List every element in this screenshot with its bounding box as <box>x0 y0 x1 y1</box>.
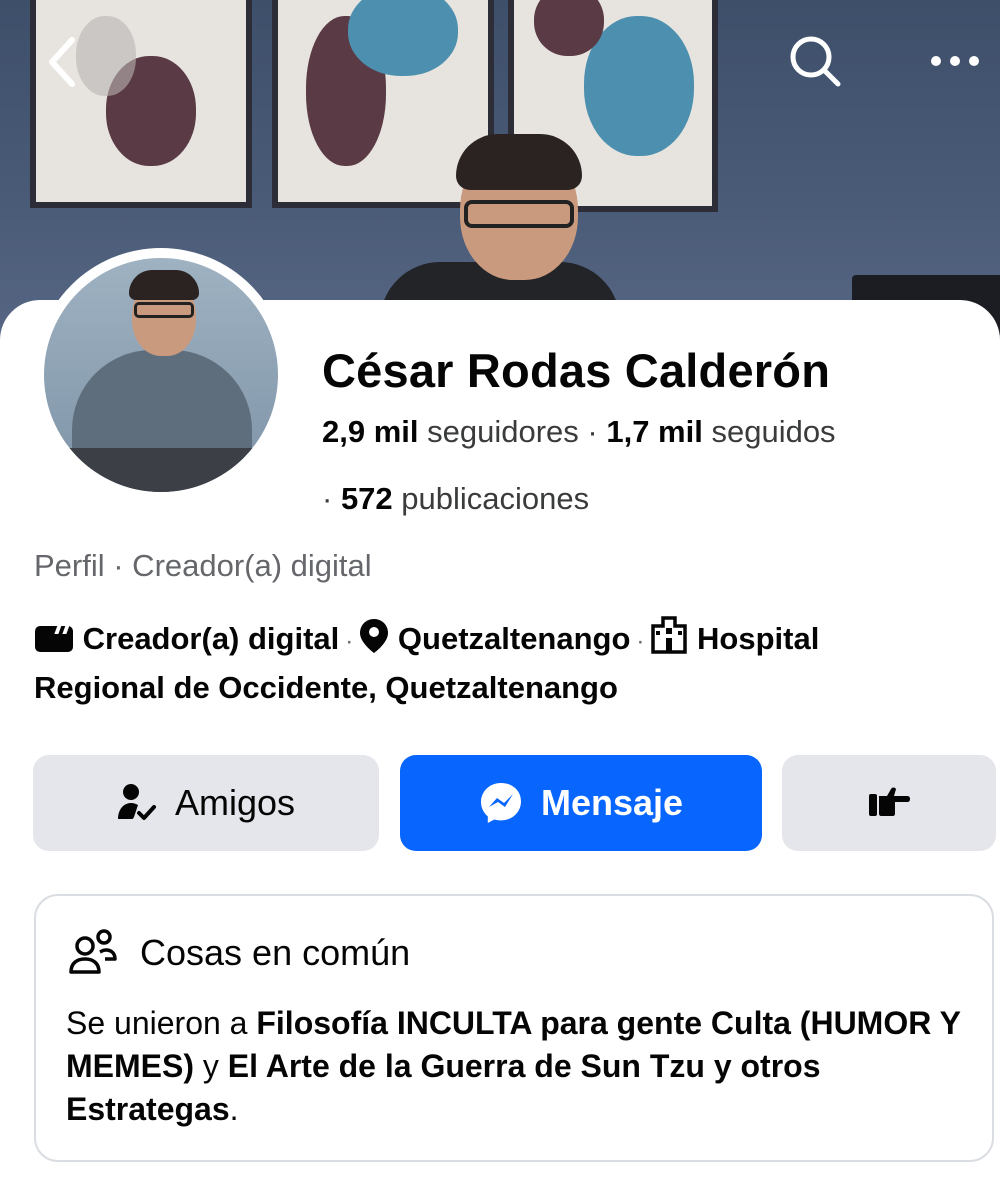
building-icon <box>650 616 688 666</box>
search-button[interactable] <box>786 32 844 90</box>
following-label: seguidos <box>711 414 836 449</box>
message-label: Mensaje <box>540 782 684 823</box>
chevron-left-icon <box>49 37 75 87</box>
things-in-common-header: Cosas en común <box>68 928 410 978</box>
detail-creator: Creador(a) digital <box>82 621 340 656</box>
followers-label: seguidores <box>427 414 579 449</box>
friends-button[interactable]: Amigos <box>33 755 379 851</box>
poke-button[interactable] <box>782 755 996 851</box>
friends-label: Amigos <box>174 782 296 823</box>
pointing-hand-icon <box>867 786 911 820</box>
message-button[interactable]: Mensaje <box>400 755 762 851</box>
location-pin-icon <box>359 618 389 666</box>
profile-category: Perfil · Creador(a) digital <box>34 548 372 583</box>
detail-location[interactable]: Quetzaltenango <box>398 621 631 656</box>
ellipsis-icon <box>931 56 979 66</box>
profile-name: César Rodas Calderón <box>322 344 831 397</box>
avatar[interactable] <box>44 258 278 492</box>
separator-dot: · <box>587 414 607 449</box>
separator-dot: · <box>322 481 341 516</box>
back-button[interactable] <box>40 32 84 92</box>
profile-details: Creador(a) digital · Quetzaltenango · Hosp… <box>34 616 954 710</box>
common-conjunction: y <box>202 1048 219 1084</box>
separator-dot: · <box>345 628 354 655</box>
clapperboard-icon <box>34 622 74 666</box>
things-in-common-title: Cosas en común <box>140 932 411 973</box>
search-icon <box>790 36 841 87</box>
separator-dot: · <box>636 628 645 655</box>
more-options-button[interactable] <box>928 32 982 90</box>
things-in-common-card[interactable]: Cosas en común Se unieron a Filosofía IN… <box>34 894 994 1162</box>
posts-stat[interactable]: · 572 publicaciones <box>322 481 589 517</box>
friends-check-icon <box>117 783 157 823</box>
follow-stats[interactable]: 2,9 mil seguidores · 1,7 mil seguidos <box>322 414 836 450</box>
following-count: 1,7 mil <box>606 414 703 449</box>
things-in-common-text: Se unieron a Filosofía INCULTA para gent… <box>66 1002 966 1131</box>
common-prefix: Se unieron a <box>66 1005 248 1041</box>
messenger-icon <box>479 781 523 825</box>
people-icon <box>68 928 118 978</box>
posts-label: publicaciones <box>401 481 590 516</box>
common-suffix: . <box>229 1091 239 1127</box>
followers-count: 2,9 mil <box>322 414 419 449</box>
posts-count: 572 <box>340 481 393 516</box>
